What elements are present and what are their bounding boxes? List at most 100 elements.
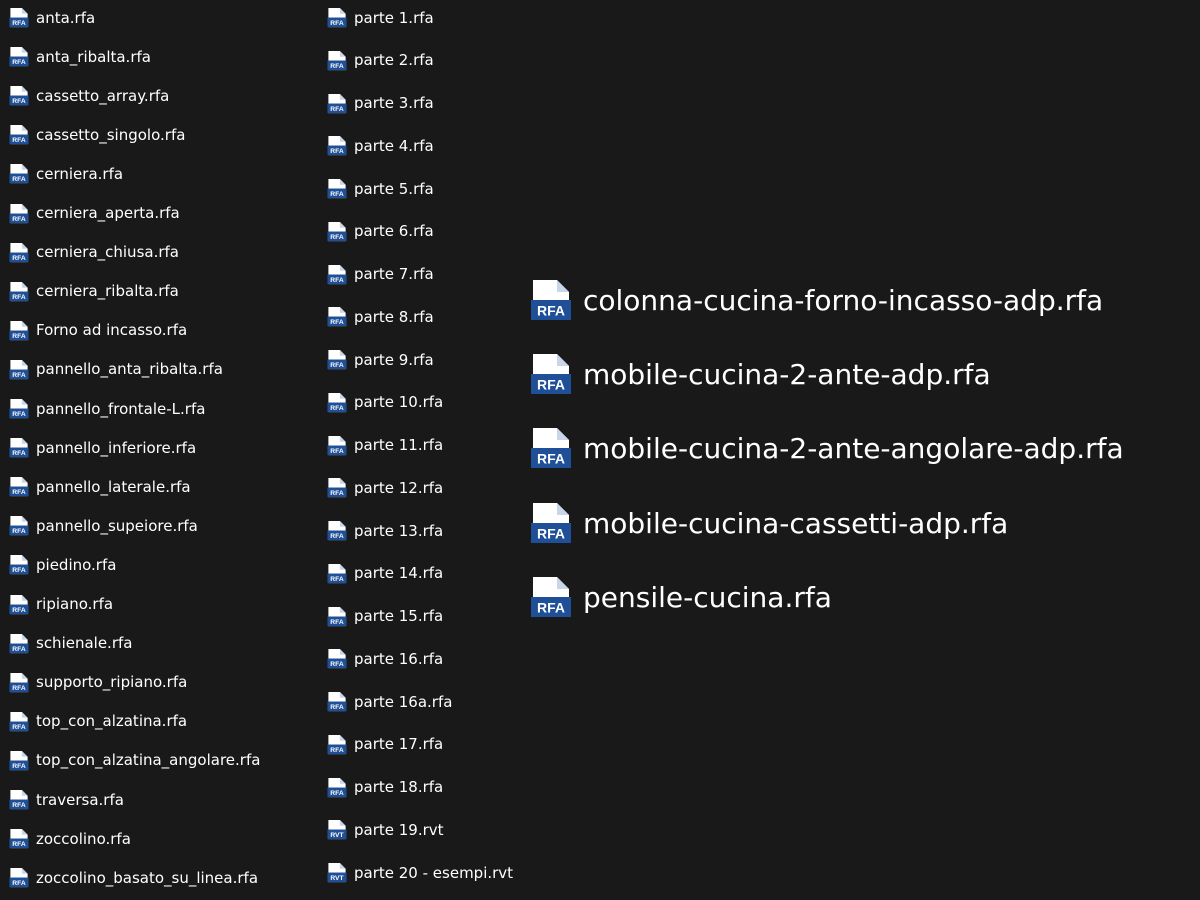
file-item[interactable]: RFA mobile-cucina-2-ante-adp.rfa bbox=[529, 350, 991, 400]
file-type-badge: RFA bbox=[12, 646, 26, 653]
revit-family-file-icon: RFA bbox=[9, 164, 29, 184]
file-item[interactable]: RFA parte 18.rfa bbox=[326, 776, 443, 800]
revit-family-file-icon: RFA bbox=[9, 672, 29, 692]
revit-family-file-icon: RFA bbox=[9, 7, 29, 28]
file-name-label: pensile-cucina.rfa bbox=[583, 580, 832, 614]
file-type-badge: RFA bbox=[12, 98, 26, 105]
file-item[interactable]: RFA parte 6.rfa bbox=[326, 220, 434, 244]
file-item[interactable]: RFA pannello_supeiore.rfa bbox=[8, 514, 198, 538]
file-item[interactable]: RFA top_con_alzatina.rfa bbox=[8, 710, 187, 734]
file-type-badge: RVT bbox=[330, 832, 344, 839]
file-item[interactable]: RFA parte 16.rfa bbox=[326, 647, 443, 671]
file-type-badge: RFA bbox=[12, 763, 26, 770]
file-type-badge: RFA bbox=[330, 63, 344, 70]
revit-family-file-icon: RFA bbox=[9, 125, 29, 145]
file-item[interactable]: RFA parte 16a.rfa bbox=[326, 690, 452, 714]
file-item[interactable]: RFA mobile-cucina-cassetti-adp.rfa bbox=[529, 499, 1008, 549]
file-item[interactable]: RFA parte 11.rfa bbox=[326, 434, 443, 458]
file-item[interactable]: RFA parte 10.rfa bbox=[326, 391, 443, 415]
file-type-badge: RFA bbox=[330, 704, 344, 711]
file-item[interactable]: RFA parte 15.rfa bbox=[326, 605, 443, 629]
file-item[interactable]: RFA piedino.rfa bbox=[8, 553, 116, 577]
file-type-badge: RFA bbox=[12, 489, 26, 496]
revit-family-file-icon: RFA bbox=[9, 47, 29, 67]
file-type-badge: RFA bbox=[12, 137, 26, 144]
file-list-pane: RFA anta.rfa RFA anta_ribalta.rfa RFA ca… bbox=[0, 0, 1200, 900]
file-type-badge: RFA bbox=[537, 525, 565, 541]
file-name-label: cerniera_chiusa.rfa bbox=[36, 243, 179, 262]
file-item[interactable]: RFA parte 7.rfa bbox=[326, 263, 434, 287]
file-item[interactable]: RFA cerniera_ribalta.rfa bbox=[8, 280, 179, 304]
file-type-badge: RFA bbox=[12, 528, 26, 535]
file-item[interactable]: RFA Forno ad incasso.rfa bbox=[8, 319, 187, 343]
revit-family-file-icon: RFA bbox=[327, 93, 347, 113]
file-item[interactable]: RFA parte 12.rfa bbox=[326, 476, 443, 500]
file-item[interactable]: RFA mobile-cucina-2-ante-angolare-adp.rf… bbox=[529, 424, 1124, 474]
file-item[interactable]: RFA zoccolino_basato_su_linea.rfa bbox=[8, 866, 258, 890]
file-item[interactable]: RFA cerniera.rfa bbox=[8, 162, 123, 186]
file-item[interactable]: RFA pannello_inferiore.rfa bbox=[8, 436, 196, 460]
revit-family-file-icon: RFA bbox=[327, 478, 347, 498]
file-item[interactable]: RFA schienale.rfa bbox=[8, 632, 132, 656]
file-name-label: parte 8.rfa bbox=[354, 307, 434, 326]
file-item[interactable]: RFA cassetto_array.rfa bbox=[8, 84, 169, 108]
file-item[interactable]: RFA pensile-cucina.rfa bbox=[529, 573, 832, 623]
file-name-label: parte 19.rvt bbox=[354, 820, 444, 839]
revit-family-file-icon: RFA bbox=[531, 354, 571, 395]
revit-family-file-icon: RFA bbox=[531, 502, 571, 543]
file-name-label: parte 13.rfa bbox=[354, 521, 444, 540]
file-item[interactable]: RFA pannello_anta_ribalta.rfa bbox=[8, 358, 223, 382]
file-name-label: cerniera_aperta.rfa bbox=[36, 204, 180, 222]
file-item[interactable]: RVT parte 20 - esempi.rvt bbox=[326, 861, 513, 885]
revit-family-file-icon: RFA bbox=[9, 711, 29, 731]
file-name-label: top_con_alzatina_angolare.rfa bbox=[36, 751, 261, 770]
file-item[interactable]: RVT parte 19.rvt bbox=[326, 818, 444, 842]
file-item[interactable]: RFA top_con_alzatina_angolare.rfa bbox=[8, 749, 260, 773]
file-name-label: parte 17.rfa bbox=[354, 735, 444, 754]
file-name-label: pannello_anta_ribalta.rfa bbox=[36, 360, 223, 379]
file-type-badge: RFA bbox=[12, 802, 26, 809]
revit-family-file-icon: RFA bbox=[9, 868, 29, 888]
file-name-label: mobile-cucina-2-ante-adp.rfa bbox=[583, 358, 991, 392]
file-item[interactable]: RFA cerniera_aperta.rfa bbox=[8, 202, 180, 226]
revit-family-file-icon: RFA bbox=[9, 594, 29, 614]
revit-family-file-icon: RFA bbox=[531, 280, 571, 320]
file-item[interactable]: RFA ripiano.rfa bbox=[8, 593, 113, 617]
file-name-label: parte 4.rfa bbox=[354, 136, 434, 155]
file-item[interactable]: RFA anta_ribalta.rfa bbox=[8, 45, 151, 69]
file-name-label: cassetto_array.rfa bbox=[36, 86, 170, 105]
file-name-label: top_con_alzatina.rfa bbox=[36, 712, 188, 731]
file-item[interactable]: RFA parte 14.rfa bbox=[326, 562, 443, 586]
file-item[interactable]: RFA zoccolino.rfa bbox=[8, 827, 131, 851]
file-item[interactable]: RFA pannello_laterale.rfa bbox=[8, 475, 191, 499]
revit-family-file-icon: RFA bbox=[327, 691, 347, 712]
file-type-badge: RFA bbox=[537, 377, 565, 393]
file-item[interactable]: RFA cassetto_singolo.rfa bbox=[8, 123, 185, 147]
file-name-label: piedino.rfa bbox=[36, 555, 117, 574]
file-item[interactable]: RFA traversa.rfa bbox=[8, 788, 124, 812]
file-item[interactable]: RFA supporto_ripiano.rfa bbox=[8, 671, 187, 695]
revit-family-file-icon: RFA bbox=[327, 649, 347, 669]
file-type-badge: RFA bbox=[330, 747, 344, 754]
revit-family-file-icon: RFA bbox=[9, 516, 29, 536]
file-item[interactable]: RFA parte 9.rfa bbox=[326, 348, 434, 372]
file-item[interactable]: RFA anta.rfa bbox=[8, 6, 95, 30]
revit-family-file-icon: RFA bbox=[9, 789, 29, 810]
file-name-label: parte 15.rfa bbox=[354, 607, 444, 625]
file-item[interactable]: RFA parte 2.rfa bbox=[326, 49, 434, 73]
revit-family-file-icon: RFA bbox=[327, 136, 347, 156]
file-item[interactable]: RFA parte 5.rfa bbox=[326, 177, 434, 201]
file-type-badge: RFA bbox=[12, 411, 26, 418]
file-name-label: mobile-cucina-cassetti-adp.rfa bbox=[583, 506, 1009, 540]
file-item[interactable]: RFA parte 3.rfa bbox=[326, 92, 434, 116]
file-item[interactable]: RFA parte 13.rfa bbox=[326, 519, 443, 543]
file-item[interactable]: RFA parte 8.rfa bbox=[326, 305, 434, 329]
file-item[interactable]: RFA cerniera_chiusa.rfa bbox=[8, 241, 179, 265]
file-item[interactable]: RFA parte 1.rfa bbox=[326, 6, 434, 30]
file-type-badge: RFA bbox=[12, 176, 26, 183]
revit-family-file-icon: RFA bbox=[327, 777, 347, 797]
file-item[interactable]: RFA pannello_frontale-L.rfa bbox=[8, 397, 205, 421]
file-item[interactable]: RFA parte 17.rfa bbox=[326, 733, 443, 757]
file-item[interactable]: RFA parte 4.rfa bbox=[326, 134, 434, 158]
file-item[interactable]: RFA colonna-cucina-forno-incasso-adp.rfa bbox=[529, 276, 1103, 326]
